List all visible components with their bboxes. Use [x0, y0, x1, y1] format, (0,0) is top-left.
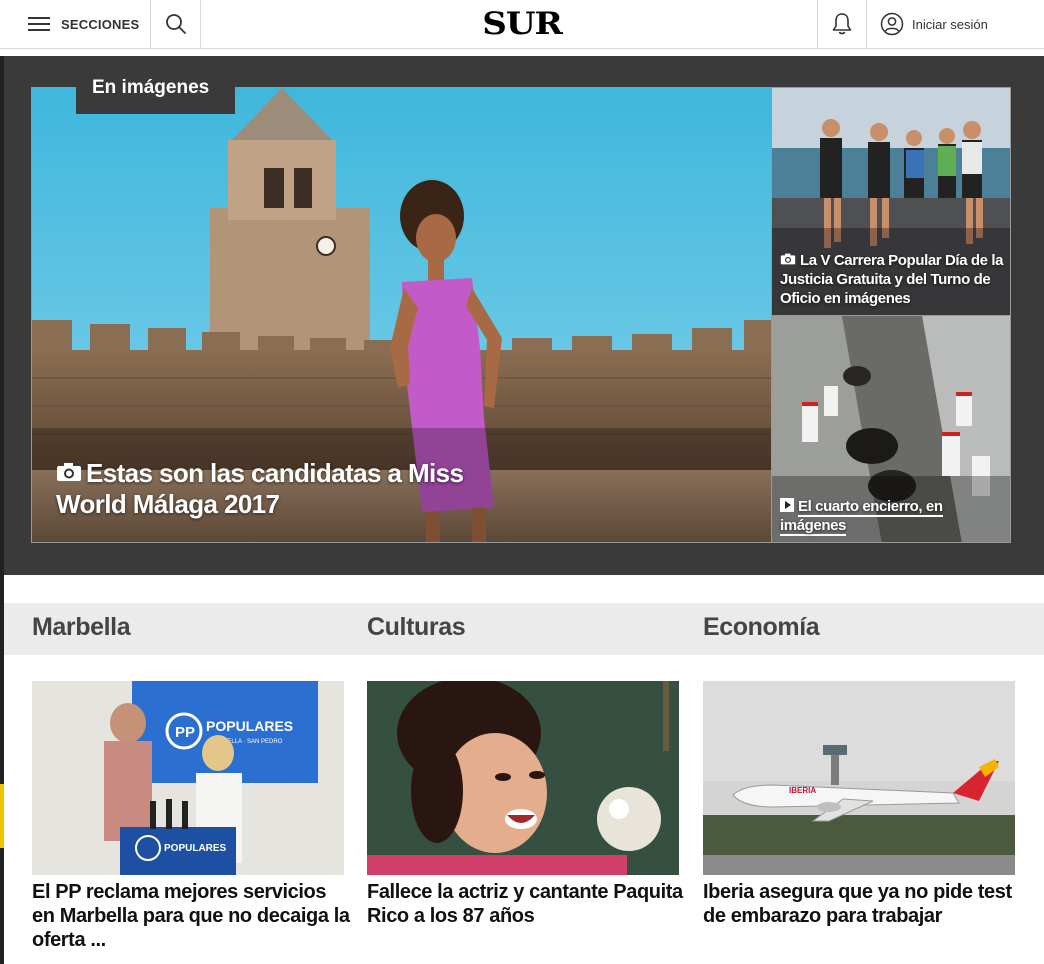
camera-icon — [780, 253, 796, 265]
search-icon — [165, 14, 186, 34]
image-gallery: En imágenes Estas son las candidatas a M… — [4, 56, 1044, 575]
section-title-economia[interactable]: Economía — [703, 613, 820, 642]
sections-menu-label: SECCIONES — [61, 16, 140, 32]
gallery-side-title-2-text: El cuarto encierro, en imágenes — [780, 498, 943, 536]
culturas-news-image[interactable] — [367, 681, 679, 875]
sur-logo[interactable]: SUR — [445, 6, 599, 42]
hamburger-icon — [28, 16, 50, 32]
section-title-culturas[interactable]: Culturas — [367, 613, 466, 642]
screen-sign-text: POPULARES — [206, 718, 293, 734]
iberia-plane-photo: IBERIA — [703, 681, 1015, 875]
gallery-side-title-1-text: La V Carrera Popular Día de la Justicia … — [780, 252, 1004, 307]
gallery-side-item-2[interactable]: El cuarto encierro, en imágenes — [771, 315, 1011, 543]
search-button[interactable] — [151, 0, 201, 48]
notifications-button[interactable] — [817, 0, 867, 48]
login-label: Iniciar sesión — [912, 16, 988, 32]
gallery-label: En imágenes — [76, 74, 235, 114]
play-icon — [780, 498, 794, 512]
page-left-edge-accent — [0, 784, 4, 848]
bell-icon — [832, 13, 852, 35]
gallery-side-item-1[interactable]: La V Carrera Popular Día de la Justicia … — [771, 87, 1011, 316]
sections-menu-button[interactable]: SECCIONES — [0, 0, 151, 48]
gallery-side-title-1[interactable]: La V Carrera Popular Día de la Justicia … — [780, 251, 1004, 308]
main-gallery-title-text: Estas son las candidatas a Miss World Má… — [56, 458, 464, 519]
gallery-side-title-2[interactable]: El cuarto encierro, en imágenes — [780, 497, 1004, 536]
marbella-news-image[interactable]: PP POPULARES MARBELLA · SAN PEDRO POPULA… — [32, 681, 344, 875]
culturas-news-headline[interactable]: Fallece la actriz y cantante Paquita Ric… — [367, 880, 685, 928]
plane-livery-text: IBERIA — [789, 786, 816, 795]
pp-press-conference-photo: PP POPULARES MARBELLA · SAN PEDRO POPULA… — [32, 681, 344, 875]
lectern-sign-text: POPULARES — [164, 843, 227, 854]
login-button[interactable]: Iniciar sesión — [880, 0, 988, 48]
camera-icon — [57, 463, 81, 481]
economia-news-headline[interactable]: Iberia asegura que ya no pide test de em… — [703, 880, 1021, 928]
main-gallery-item[interactable]: Estas son las candidatas a Miss World Má… — [31, 87, 772, 543]
sections-bar: Marbella Culturas Economía — [4, 603, 1044, 655]
marbella-news-headline[interactable]: El PP reclama mejores servicios en Marbe… — [32, 880, 350, 952]
top-header: SECCIONES SUR Iniciar sesión — [0, 0, 1044, 49]
economia-news-image[interactable]: IBERIA — [703, 681, 1015, 875]
paquita-rico-photo — [367, 681, 679, 875]
main-gallery-title[interactable]: Estas son las candidatas a Miss World Má… — [56, 458, 526, 520]
svg-text:PP: PP — [175, 724, 195, 741]
section-title-marbella[interactable]: Marbella — [32, 613, 131, 642]
user-icon — [880, 12, 904, 36]
